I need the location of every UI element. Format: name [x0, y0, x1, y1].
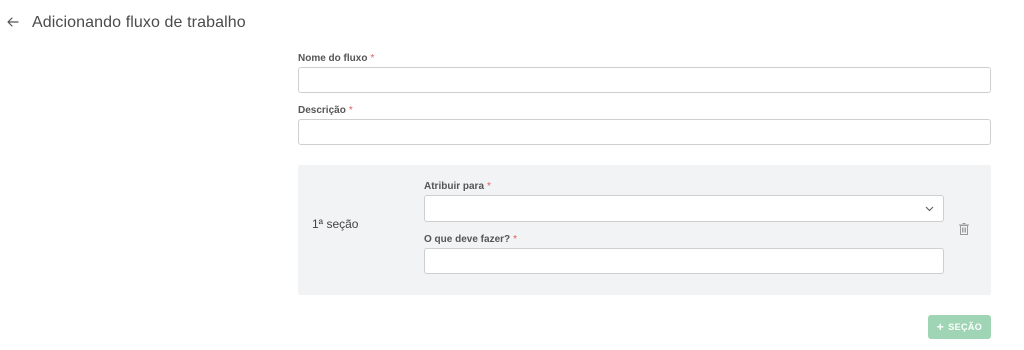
- description-label-text: Descrição: [298, 105, 346, 116]
- required-mark: *: [370, 53, 375, 64]
- required-mark: *: [487, 181, 491, 192]
- section-card: 1ª seção Atribuir para * O que deve fazer…: [298, 165, 991, 295]
- flow-name-input[interactable]: [298, 67, 991, 93]
- flow-name-label-text: Nome do fluxo: [298, 53, 368, 64]
- what-to-do-label-text: O que deve fazer?: [424, 234, 511, 245]
- required-mark: *: [513, 234, 518, 245]
- description-label: Descrição *: [298, 105, 353, 116]
- what-to-do-input[interactable]: [424, 248, 944, 274]
- add-section-button[interactable]: + SEÇÃO: [928, 315, 991, 339]
- delete-section-button[interactable]: [958, 222, 970, 236]
- assign-to-label: Atribuir para *: [424, 181, 491, 192]
- description-input[interactable]: [298, 119, 991, 145]
- trash-icon: [959, 223, 969, 235]
- assign-to-select[interactable]: [424, 195, 944, 222]
- page-title: Adicionando fluxo de trabalho: [32, 14, 246, 31]
- flow-name-label: Nome do fluxo *: [298, 53, 374, 64]
- page-header: Adicionando fluxo de trabalho: [0, 0, 1024, 48]
- arrow-left-icon: [7, 17, 19, 27]
- required-mark: *: [348, 105, 353, 116]
- what-to-do-label: O que deve fazer? *: [424, 234, 517, 245]
- back-button[interactable]: [3, 12, 23, 32]
- section-title: 1ª seção: [312, 217, 359, 231]
- assign-to-label-text: Atribuir para: [424, 181, 485, 192]
- chevron-down-icon: [923, 204, 935, 214]
- add-section-label: SEÇÃO: [948, 322, 983, 332]
- plus-icon: +: [936, 320, 945, 334]
